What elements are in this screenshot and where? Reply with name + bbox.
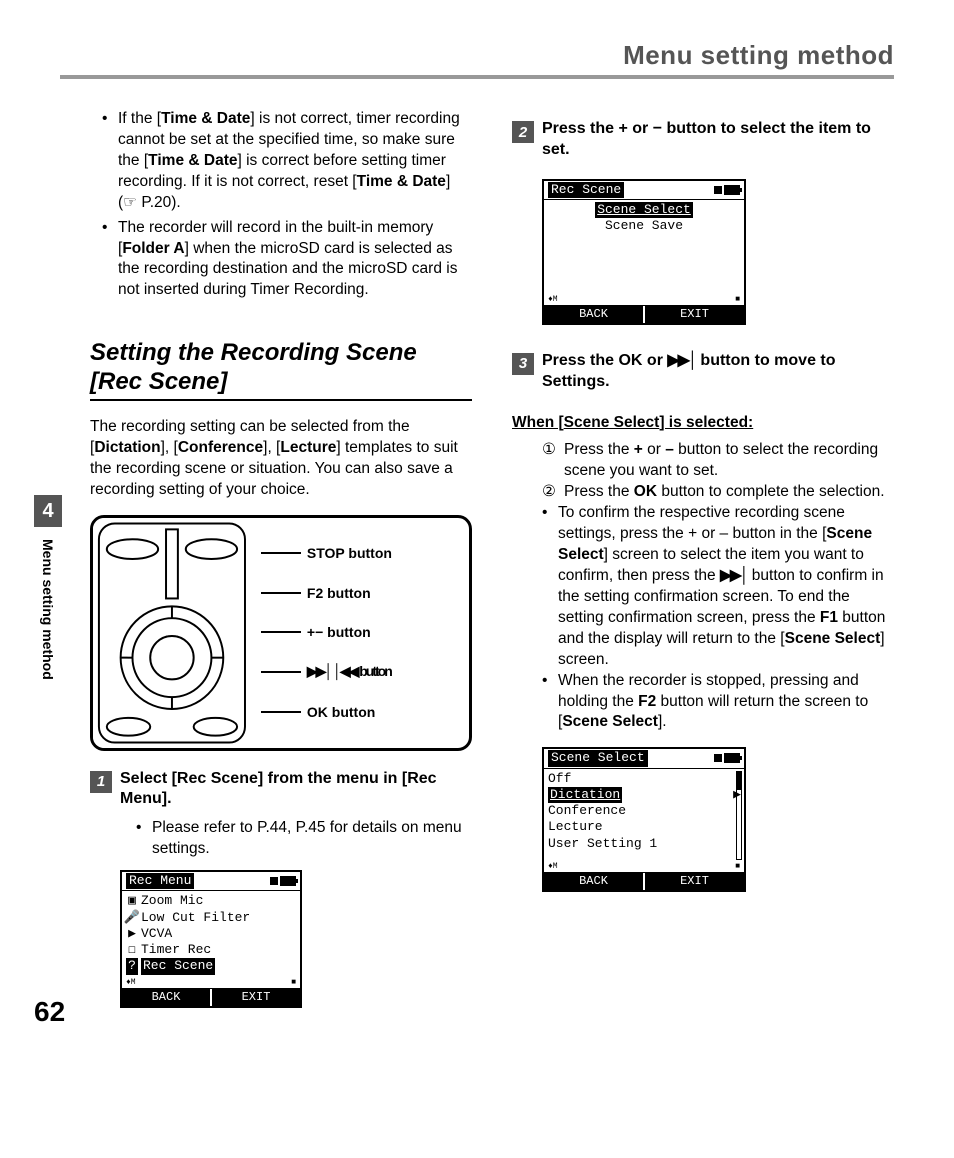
header-rule [60, 75, 894, 79]
step-1-note: Please refer to P.44, P.45 for details o… [136, 818, 472, 860]
chapter-label: Menu setting method [40, 539, 56, 680]
circled-1-icon: ① [542, 440, 556, 461]
step-1-badge: 1 [90, 771, 112, 793]
intro-paragraph: The recording setting can be selected fr… [90, 417, 472, 501]
lcd-rec-scene: Rec Scene Scene Select Scene Save ♦M■ BA… [542, 179, 746, 325]
label-seek-buttons: ▶▶│ │◀◀ button [261, 663, 459, 680]
note-time-date: If the [Time & Date] is not correct, tim… [102, 109, 472, 214]
lcd1-softkey-exit: EXIT [210, 989, 300, 1006]
lcd1-softkey-back: BACK [122, 989, 210, 1006]
left-column: If the [Time & Date] is not correct, tim… [60, 109, 472, 1018]
step-2-text: Press the + or − button to select the it… [542, 119, 894, 161]
scrollbar [736, 771, 742, 860]
step-1-text: Select [Rec Scene] from the menu in [Rec… [120, 769, 472, 811]
label-f2-button: F2 button [261, 585, 459, 601]
lcd2-softkey-exit: EXIT [643, 306, 744, 323]
right-arrow-icon: ▶ [733, 787, 741, 803]
circled-2-icon: ② [542, 482, 556, 503]
side-tab: 4 Menu setting method [34, 495, 62, 680]
lcd2-item: Scene Save [605, 218, 683, 234]
lcd3-item-user1: User Setting 1 [548, 836, 657, 852]
lcd3-item-conference: Conference [548, 803, 626, 819]
step-3-text: Press the OK or ▶▶│ button to move to Se… [542, 351, 894, 393]
battery-icon [270, 873, 296, 889]
section-heading-rec-scene: Setting the Recording Scene [Rec Scene] [90, 339, 472, 401]
lcd3-item-off: Off [548, 771, 571, 787]
note-folder-a: The recorder will record in the built-in… [102, 218, 472, 302]
device-outline-drawing [93, 518, 251, 748]
step-3-badge: 3 [512, 353, 534, 375]
lcd1-selected: Rec Scene [141, 958, 215, 974]
right-column: 2 Press the + or − button to select the … [512, 109, 894, 1018]
lcd3-title: Scene Select [548, 750, 648, 766]
circled-step-1: ① Press the + or – button to select the … [542, 440, 894, 482]
lcd1-title: Rec Menu [126, 873, 194, 889]
ffwd-icon: ▶▶│ [720, 567, 748, 584]
step-2-badge: 2 [512, 121, 534, 143]
device-diagram: STOP button F2 button +− button ▶▶│ │◀◀ … [90, 515, 472, 751]
page-header-title: Menu setting method [60, 40, 894, 71]
lcd1-item-3: Timer Rec [141, 942, 211, 958]
lcd-rec-menu: Rec Menu ▣Zoom Mic 🎤Low Cut Filter ▶VCVA… [120, 870, 302, 1008]
lcd2-selected: Scene Select [595, 202, 693, 218]
lcd-scene-select: Scene Select Off Dictation ▶ Conference L… [542, 747, 746, 891]
battery-icon [714, 750, 740, 766]
lcd2-title: Rec Scene [548, 182, 624, 198]
when-heading: When [Scene Select] is selected: [512, 414, 894, 432]
circled-step-2: ② Press the OK button to complete the se… [542, 482, 894, 503]
lcd1-item-1: Low Cut Filter [141, 910, 250, 926]
chapter-number: 4 [34, 495, 62, 527]
page-number: 62 [34, 996, 65, 1028]
lcd3-softkey-back: BACK [544, 873, 643, 890]
battery-icon [714, 182, 740, 198]
lcd3-item-lecture: Lecture [548, 819, 603, 835]
lcd2-softkey-back: BACK [544, 306, 643, 323]
lcd1-item-2: VCVA [141, 926, 172, 942]
ffwd-icon: ▶▶│ [667, 352, 696, 369]
bullet-confirm: To confirm the respective recording scen… [542, 503, 894, 670]
label-plus-minus-button: +− button [261, 624, 459, 640]
lcd1-item-0: Zoom Mic [141, 893, 203, 909]
bullet-f2: When the recorder is stopped, pressing a… [542, 671, 894, 734]
label-stop-button: STOP button [261, 545, 459, 561]
label-ok-button: OK button [261, 704, 459, 720]
lcd3-softkey-exit: EXIT [643, 873, 744, 890]
lcd3-selected: Dictation [548, 787, 622, 803]
